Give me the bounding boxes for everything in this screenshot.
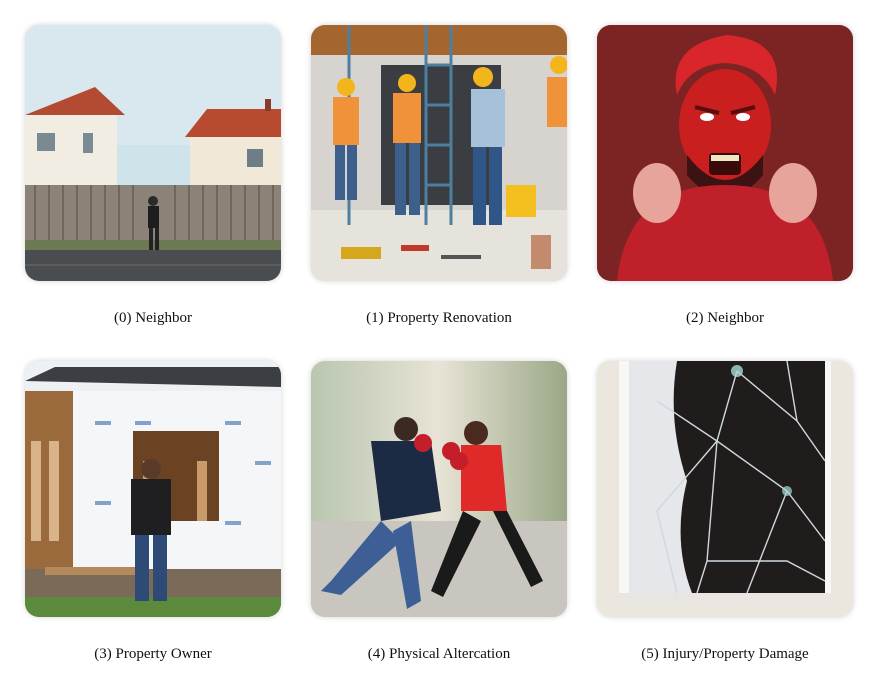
panel-5-caption: (5) Injury/Property Damage xyxy=(641,646,809,662)
panel-0-caption: (0) Neighbor xyxy=(114,310,192,326)
property-owner-illustration xyxy=(25,361,281,617)
panel-2-caption: (2) Neighbor xyxy=(686,310,764,326)
panel-0-image xyxy=(25,25,281,281)
panel-2-image xyxy=(597,25,853,281)
panel-4-image xyxy=(311,361,567,617)
panel-4-caption: (4) Physical Altercation xyxy=(367,646,511,662)
panel-3-image xyxy=(25,361,281,617)
angry-man-illustration xyxy=(597,25,853,281)
panel-1-caption: (1) Property Renovation xyxy=(366,310,512,326)
panel-5-image xyxy=(597,361,853,617)
broken-window-illustration xyxy=(597,361,853,617)
panel-1-image xyxy=(311,25,567,281)
neighbor-fence-illustration xyxy=(25,25,281,281)
storyboard-grid: (0) Neighbor (1) Property Renovation (2)… xyxy=(0,0,878,692)
panel-3-caption: (3) Property Owner xyxy=(94,646,212,662)
construction-workers-illustration xyxy=(311,25,567,281)
altercation-illustration xyxy=(311,361,567,617)
